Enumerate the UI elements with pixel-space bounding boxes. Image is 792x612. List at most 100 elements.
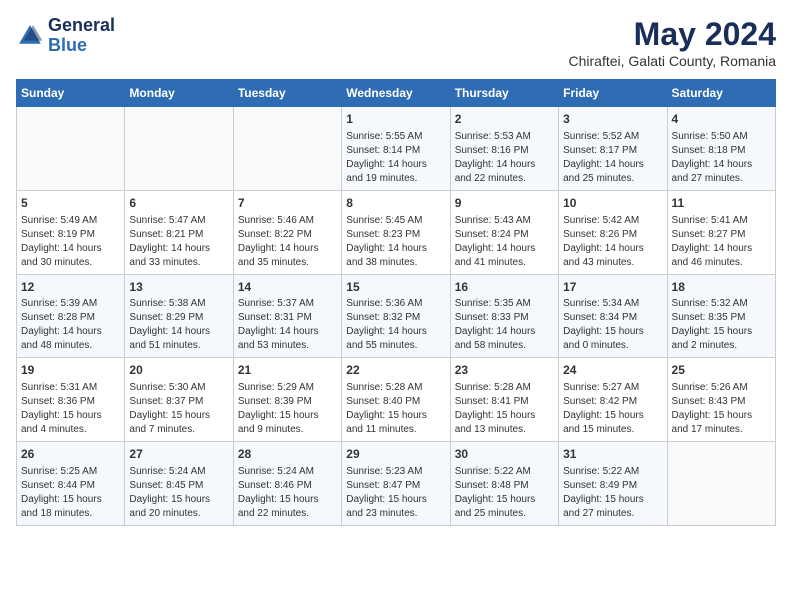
day-number: 29 xyxy=(346,446,445,463)
day-info: Sunrise: 5:50 AM Sunset: 8:18 PM Dayligh… xyxy=(672,130,771,186)
calendar-cell: 4 Sunrise: 5:50 AM Sunset: 8:18 PM Daylig… xyxy=(667,107,775,191)
calendar-cell: 5 Sunrise: 5:49 AM Sunset: 8:19 PM Daylig… xyxy=(17,190,125,274)
day-number: 7 xyxy=(238,195,337,212)
calendar-header: SundayMondayTuesdayWednesdayThursdayFrid… xyxy=(17,80,776,107)
calendar-cell: 26Sunrise: 5:25 AM Sunset: 8:44 PM Dayli… xyxy=(17,442,125,526)
day-info: Sunrise: 5:52 AM Sunset: 8:17 PM Dayligh… xyxy=(563,130,662,186)
day-info: Sunrise: 5:53 AM Sunset: 8:16 PM Dayligh… xyxy=(455,130,554,186)
calendar-cell: 7 Sunrise: 5:46 AM Sunset: 8:22 PM Daylig… xyxy=(233,190,341,274)
logo-general: General xyxy=(48,15,115,35)
day-info: Sunrise: 5:24 AM Sunset: 8:46 PM Dayligh… xyxy=(238,465,337,521)
calendar-cell: 10 Sunrise: 5:42 AM Sunset: 8:26 PM Dayli… xyxy=(559,190,667,274)
day-number: 27 xyxy=(129,446,228,463)
day-info: Sunrise: 5:47 AM Sunset: 8:21 PM Dayligh… xyxy=(129,214,228,270)
day-info: Sunrise: 5:22 AM Sunset: 8:48 PM Dayligh… xyxy=(455,465,554,521)
calendar-body: 1 Sunrise: 5:55 AM Sunset: 8:14 PM Daylig… xyxy=(17,107,776,526)
day-info: Sunrise: 5:32 AM Sunset: 8:35 PM Dayligh… xyxy=(672,297,771,353)
day-of-week-header: Monday xyxy=(125,80,233,107)
day-number: 17 xyxy=(563,279,662,296)
calendar-cell: 3Sunrise: 5:52 AM Sunset: 8:17 PM Daylig… xyxy=(559,107,667,191)
subtitle: Chiraftei, Galati County, Romania xyxy=(569,53,777,69)
calendar-cell: 30 Sunrise: 5:22 AM Sunset: 8:48 PM Dayli… xyxy=(450,442,558,526)
calendar-cell: 18Sunrise: 5:32 AM Sunset: 8:35 PM Dayli… xyxy=(667,274,775,358)
day-number: 12 xyxy=(21,279,120,296)
calendar-cell: 8 Sunrise: 5:45 AM Sunset: 8:23 PM Daylig… xyxy=(342,190,450,274)
day-number: 9 xyxy=(455,195,554,212)
calendar-week-row: 5 Sunrise: 5:49 AM Sunset: 8:19 PM Daylig… xyxy=(17,190,776,274)
calendar-cell: 20 Sunrise: 5:30 AM Sunset: 8:37 PM Dayli… xyxy=(125,358,233,442)
calendar-cell: 1 Sunrise: 5:55 AM Sunset: 8:14 PM Daylig… xyxy=(342,107,450,191)
day-of-week-header: Wednesday xyxy=(342,80,450,107)
day-number: 5 xyxy=(21,195,120,212)
calendar-cell: 17Sunrise: 5:34 AM Sunset: 8:34 PM Dayli… xyxy=(559,274,667,358)
day-info: Sunrise: 5:35 AM Sunset: 8:33 PM Dayligh… xyxy=(455,297,554,353)
calendar-week-row: 26Sunrise: 5:25 AM Sunset: 8:44 PM Dayli… xyxy=(17,442,776,526)
page-header: General Blue May 2024 Chiraftei, Galati … xyxy=(16,16,776,69)
calendar-cell: 22Sunrise: 5:28 AM Sunset: 8:40 PM Dayli… xyxy=(342,358,450,442)
day-of-week-header: Friday xyxy=(559,80,667,107)
day-number: 6 xyxy=(129,195,228,212)
day-info: Sunrise: 5:29 AM Sunset: 8:39 PM Dayligh… xyxy=(238,381,337,437)
header-row: SundayMondayTuesdayWednesdayThursdayFrid… xyxy=(17,80,776,107)
day-info: Sunrise: 5:42 AM Sunset: 8:26 PM Dayligh… xyxy=(563,214,662,270)
day-info: Sunrise: 5:22 AM Sunset: 8:49 PM Dayligh… xyxy=(563,465,662,521)
day-number: 20 xyxy=(129,362,228,379)
main-title: May 2024 xyxy=(569,16,777,53)
day-number: 18 xyxy=(672,279,771,296)
day-info: Sunrise: 5:34 AM Sunset: 8:34 PM Dayligh… xyxy=(563,297,662,353)
day-info: Sunrise: 5:28 AM Sunset: 8:40 PM Dayligh… xyxy=(346,381,445,437)
day-info: Sunrise: 5:55 AM Sunset: 8:14 PM Dayligh… xyxy=(346,130,445,186)
day-number: 24 xyxy=(563,362,662,379)
day-info: Sunrise: 5:24 AM Sunset: 8:45 PM Dayligh… xyxy=(129,465,228,521)
day-info: Sunrise: 5:37 AM Sunset: 8:31 PM Dayligh… xyxy=(238,297,337,353)
calendar-cell: 14Sunrise: 5:37 AM Sunset: 8:31 PM Dayli… xyxy=(233,274,341,358)
day-info: Sunrise: 5:43 AM Sunset: 8:24 PM Dayligh… xyxy=(455,214,554,270)
logo: General Blue xyxy=(16,16,115,56)
day-info: Sunrise: 5:45 AM Sunset: 8:23 PM Dayligh… xyxy=(346,214,445,270)
day-number: 30 xyxy=(455,446,554,463)
day-number: 10 xyxy=(563,195,662,212)
calendar-week-row: 12Sunrise: 5:39 AM Sunset: 8:28 PM Dayli… xyxy=(17,274,776,358)
calendar-cell: 13Sunrise: 5:38 AM Sunset: 8:29 PM Dayli… xyxy=(125,274,233,358)
calendar-cell: 15Sunrise: 5:36 AM Sunset: 8:32 PM Dayli… xyxy=(342,274,450,358)
day-number: 2 xyxy=(455,111,554,128)
day-info: Sunrise: 5:39 AM Sunset: 8:28 PM Dayligh… xyxy=(21,297,120,353)
calendar-cell: 29 Sunrise: 5:23 AM Sunset: 8:47 PM Dayli… xyxy=(342,442,450,526)
day-info: Sunrise: 5:46 AM Sunset: 8:22 PM Dayligh… xyxy=(238,214,337,270)
day-number: 8 xyxy=(346,195,445,212)
calendar-cell: 24 Sunrise: 5:27 AM Sunset: 8:42 PM Dayli… xyxy=(559,358,667,442)
day-number: 1 xyxy=(346,111,445,128)
day-info: Sunrise: 5:23 AM Sunset: 8:47 PM Dayligh… xyxy=(346,465,445,521)
day-of-week-header: Tuesday xyxy=(233,80,341,107)
day-info: Sunrise: 5:30 AM Sunset: 8:37 PM Dayligh… xyxy=(129,381,228,437)
calendar-cell: 9 Sunrise: 5:43 AM Sunset: 8:24 PM Daylig… xyxy=(450,190,558,274)
calendar-cell: 12Sunrise: 5:39 AM Sunset: 8:28 PM Dayli… xyxy=(17,274,125,358)
day-number: 19 xyxy=(21,362,120,379)
day-number: 21 xyxy=(238,362,337,379)
calendar-cell: 28Sunrise: 5:24 AM Sunset: 8:46 PM Dayli… xyxy=(233,442,341,526)
day-number: 4 xyxy=(672,111,771,128)
day-number: 26 xyxy=(21,446,120,463)
calendar-cell: 27 Sunrise: 5:24 AM Sunset: 8:45 PM Dayli… xyxy=(125,442,233,526)
calendar-cell: 23 Sunrise: 5:28 AM Sunset: 8:41 PM Dayli… xyxy=(450,358,558,442)
day-info: Sunrise: 5:36 AM Sunset: 8:32 PM Dayligh… xyxy=(346,297,445,353)
logo-icon xyxy=(16,22,44,50)
calendar-table: SundayMondayTuesdayWednesdayThursdayFrid… xyxy=(16,79,776,526)
day-info: Sunrise: 5:31 AM Sunset: 8:36 PM Dayligh… xyxy=(21,381,120,437)
day-number: 11 xyxy=(672,195,771,212)
calendar-cell: 25Sunrise: 5:26 AM Sunset: 8:43 PM Dayli… xyxy=(667,358,775,442)
day-of-week-header: Saturday xyxy=(667,80,775,107)
day-number: 13 xyxy=(129,279,228,296)
calendar-cell: 31Sunrise: 5:22 AM Sunset: 8:49 PM Dayli… xyxy=(559,442,667,526)
day-info: Sunrise: 5:28 AM Sunset: 8:41 PM Dayligh… xyxy=(455,381,554,437)
day-info: Sunrise: 5:38 AM Sunset: 8:29 PM Dayligh… xyxy=(129,297,228,353)
day-info: Sunrise: 5:49 AM Sunset: 8:19 PM Dayligh… xyxy=(21,214,120,270)
day-number: 14 xyxy=(238,279,337,296)
calendar-cell xyxy=(125,107,233,191)
day-info: Sunrise: 5:27 AM Sunset: 8:42 PM Dayligh… xyxy=(563,381,662,437)
day-number: 25 xyxy=(672,362,771,379)
logo-text: General Blue xyxy=(48,16,115,56)
calendar-week-row: 19 Sunrise: 5:31 AM Sunset: 8:36 PM Dayli… xyxy=(17,358,776,442)
day-number: 23 xyxy=(455,362,554,379)
day-of-week-header: Sunday xyxy=(17,80,125,107)
